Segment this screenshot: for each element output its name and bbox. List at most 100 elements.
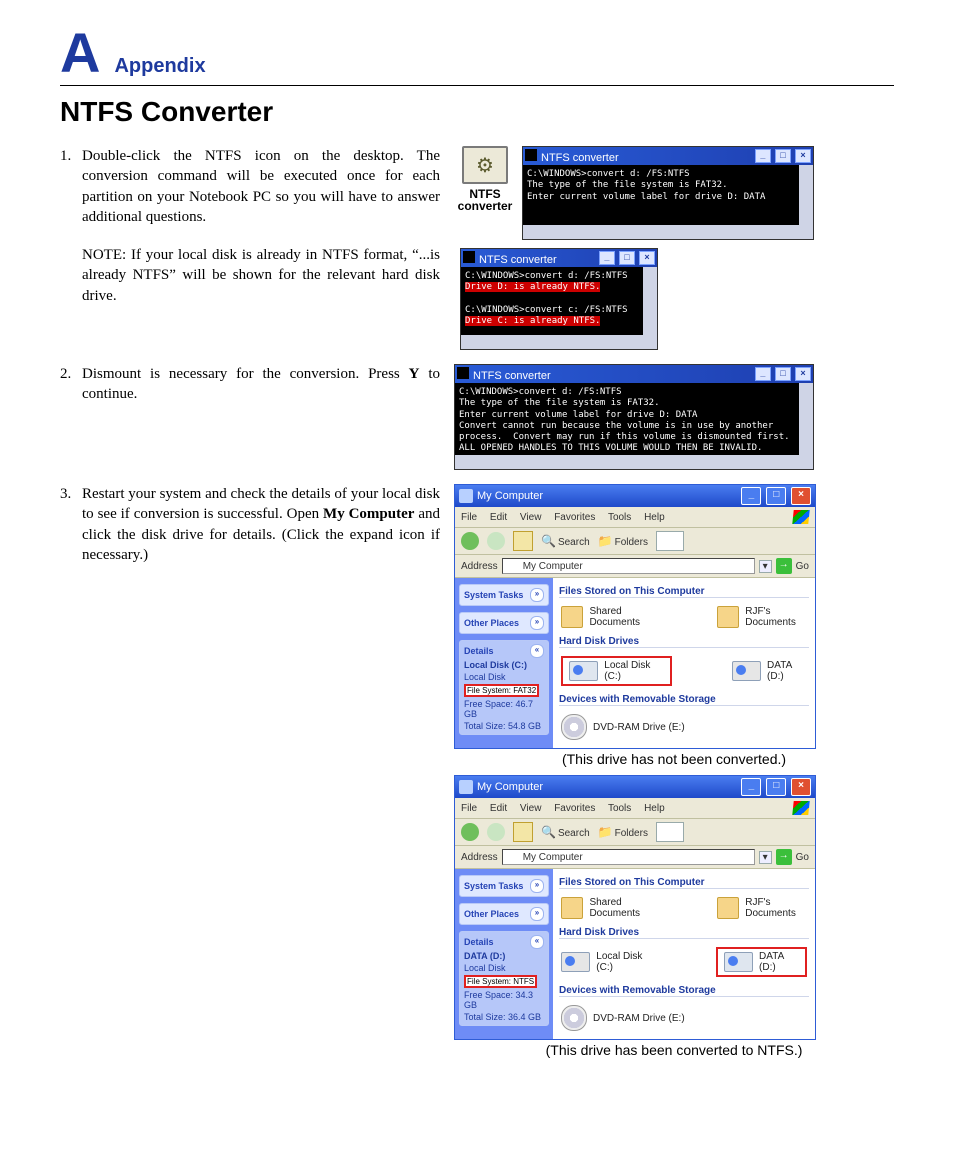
disk-icon <box>561 952 590 972</box>
address-input[interactable]: My Computer <box>502 558 755 574</box>
step-number: 3. <box>60 484 82 504</box>
go-button[interactable]: → <box>776 849 792 865</box>
horizontal-scrollbar[interactable] <box>455 455 813 469</box>
item-dvd-drive[interactable]: DVD-RAM Drive (E:) <box>561 714 685 740</box>
close-button[interactable]: × <box>795 149 811 163</box>
step-text: Double-click the NTFS icon on the deskto… <box>82 146 440 227</box>
sidebar-system-tasks[interactable]: System Tasks» <box>459 584 549 606</box>
minimize-button[interactable]: _ <box>755 149 771 163</box>
toolbar[interactable]: Search Folders <box>455 819 815 846</box>
address-bar[interactable]: Address My Computer ▾ → Go <box>455 555 815 578</box>
close-button[interactable]: × <box>791 778 811 796</box>
chevron-icon[interactable]: » <box>530 907 544 921</box>
chevron-down-icon[interactable]: ▾ <box>759 560 772 573</box>
explorer-sidebar: System Tasks» Other Places» Details« Loc… <box>455 578 553 748</box>
back-button[interactable] <box>461 823 479 841</box>
address-bar[interactable]: Address My Computer ▾ → Go <box>455 846 815 869</box>
back-button[interactable] <box>461 532 479 550</box>
vertical-scrollbar[interactable] <box>799 383 813 455</box>
up-button[interactable] <box>513 822 533 842</box>
item-shared-docs[interactable]: Shared Documents <box>561 897 657 919</box>
maximize-button[interactable]: □ <box>766 778 786 796</box>
horizontal-scrollbar[interactable] <box>461 335 657 349</box>
item-data-d[interactable]: DATA (D:) <box>732 660 807 682</box>
folders-button[interactable]: Folders <box>598 534 648 548</box>
menu-tools[interactable]: Tools <box>608 803 631 814</box>
menu-bar[interactable]: File Edit View Favorites Tools Help <box>455 507 815 528</box>
chevron-icon[interactable]: » <box>530 879 544 893</box>
forward-button[interactable] <box>487 532 505 550</box>
menu-tools[interactable]: Tools <box>608 512 631 523</box>
close-button[interactable]: × <box>639 251 655 265</box>
item-local-disk-c-highlight[interactable]: Local Disk (C:) <box>561 656 672 686</box>
views-button[interactable] <box>656 531 684 551</box>
address-input[interactable]: My Computer <box>502 849 755 865</box>
go-button[interactable]: → <box>776 558 792 574</box>
maximize-button[interactable]: □ <box>775 149 791 163</box>
menu-favorites[interactable]: Favorites <box>554 512 595 523</box>
chevron-icon[interactable]: » <box>530 588 544 602</box>
search-button[interactable]: Search <box>541 534 590 548</box>
menu-help[interactable]: Help <box>644 512 665 523</box>
desktop-icon-ntfs[interactable]: ⚙ NTFSconverter <box>454 146 516 212</box>
menu-view[interactable]: View <box>520 512 542 523</box>
window-titlebar[interactable]: My Computer _ □ × <box>455 776 815 798</box>
menu-favorites[interactable]: Favorites <box>554 803 595 814</box>
menu-view[interactable]: View <box>520 803 542 814</box>
chevron-icon[interactable]: « <box>530 935 544 949</box>
detail-free: Free Space: 46.7 GB <box>464 699 544 719</box>
maximize-button[interactable]: □ <box>619 251 635 265</box>
close-button[interactable]: × <box>795 367 811 381</box>
disk-icon <box>724 952 753 972</box>
item-dvd-drive[interactable]: DVD-RAM Drive (E:) <box>561 1005 685 1031</box>
views-button[interactable] <box>656 822 684 842</box>
chevron-down-icon[interactable]: ▾ <box>759 851 772 864</box>
window-titlebar[interactable]: NTFS converter _ □ × <box>461 249 657 267</box>
window-titlebar[interactable]: NTFS converter _ □ × <box>455 365 813 383</box>
step-note: NOTE: If your local disk is already in N… <box>82 245 440 306</box>
window-titlebar[interactable]: NTFS converter _ □ × <box>523 147 813 165</box>
detail-filesystem-highlight: File System: FAT32 <box>464 684 539 697</box>
minimize-button[interactable]: _ <box>755 367 771 381</box>
menu-help[interactable]: Help <box>644 803 665 814</box>
minimize-button[interactable]: _ <box>741 487 761 505</box>
item-data-d-highlight[interactable]: DATA (D:) <box>716 947 807 977</box>
menu-file[interactable]: File <box>461 803 477 814</box>
forward-button[interactable] <box>487 823 505 841</box>
caption-not-converted: (This drive has not been converted.) <box>454 751 894 767</box>
dvd-icon <box>561 1005 587 1031</box>
section-hdd: Hard Disk Drives <box>559 636 809 648</box>
horizontal-scrollbar[interactable] <box>523 225 813 239</box>
up-button[interactable] <box>513 531 533 551</box>
minimize-button[interactable]: _ <box>599 251 615 265</box>
sidebar-other-places[interactable]: Other Places» <box>459 903 549 925</box>
chevron-icon[interactable]: « <box>530 644 544 658</box>
folders-button[interactable]: Folders <box>598 825 648 839</box>
console-window-2: NTFS converter _ □ × C:\WINDOWS>convert … <box>460 248 658 350</box>
page-header: A Appendix <box>60 20 894 86</box>
menu-file[interactable]: File <box>461 512 477 523</box>
detail-total: Total Size: 36.4 GB <box>464 1012 544 1022</box>
item-user-docs[interactable]: RJF's Documents <box>717 897 807 919</box>
close-button[interactable]: × <box>791 487 811 505</box>
maximize-button[interactable]: □ <box>775 367 791 381</box>
menu-edit[interactable]: Edit <box>490 512 507 523</box>
minimize-button[interactable]: _ <box>741 778 761 796</box>
section-files: Files Stored on This Computer <box>559 586 809 598</box>
folder-icon <box>561 897 583 919</box>
item-shared-docs[interactable]: Shared Documents <box>561 606 657 628</box>
menu-bar[interactable]: File Edit View Favorites Tools Help <box>455 798 815 819</box>
item-user-docs[interactable]: RJF's Documents <box>717 606 807 628</box>
maximize-button[interactable]: □ <box>766 487 786 505</box>
item-local-disk-c[interactable]: Local Disk (C:) <box>561 951 656 973</box>
sidebar-system-tasks[interactable]: System Tasks» <box>459 875 549 897</box>
search-button[interactable]: Search <box>541 825 590 839</box>
toolbar[interactable]: Search Folders <box>455 528 815 555</box>
window-titlebar[interactable]: My Computer _ □ × <box>455 485 815 507</box>
chevron-icon[interactable]: » <box>530 616 544 630</box>
sidebar-other-places[interactable]: Other Places» <box>459 612 549 634</box>
section-files: Files Stored on This Computer <box>559 877 809 889</box>
menu-edit[interactable]: Edit <box>490 803 507 814</box>
vertical-scrollbar[interactable] <box>799 165 813 225</box>
vertical-scrollbar[interactable] <box>643 267 657 335</box>
